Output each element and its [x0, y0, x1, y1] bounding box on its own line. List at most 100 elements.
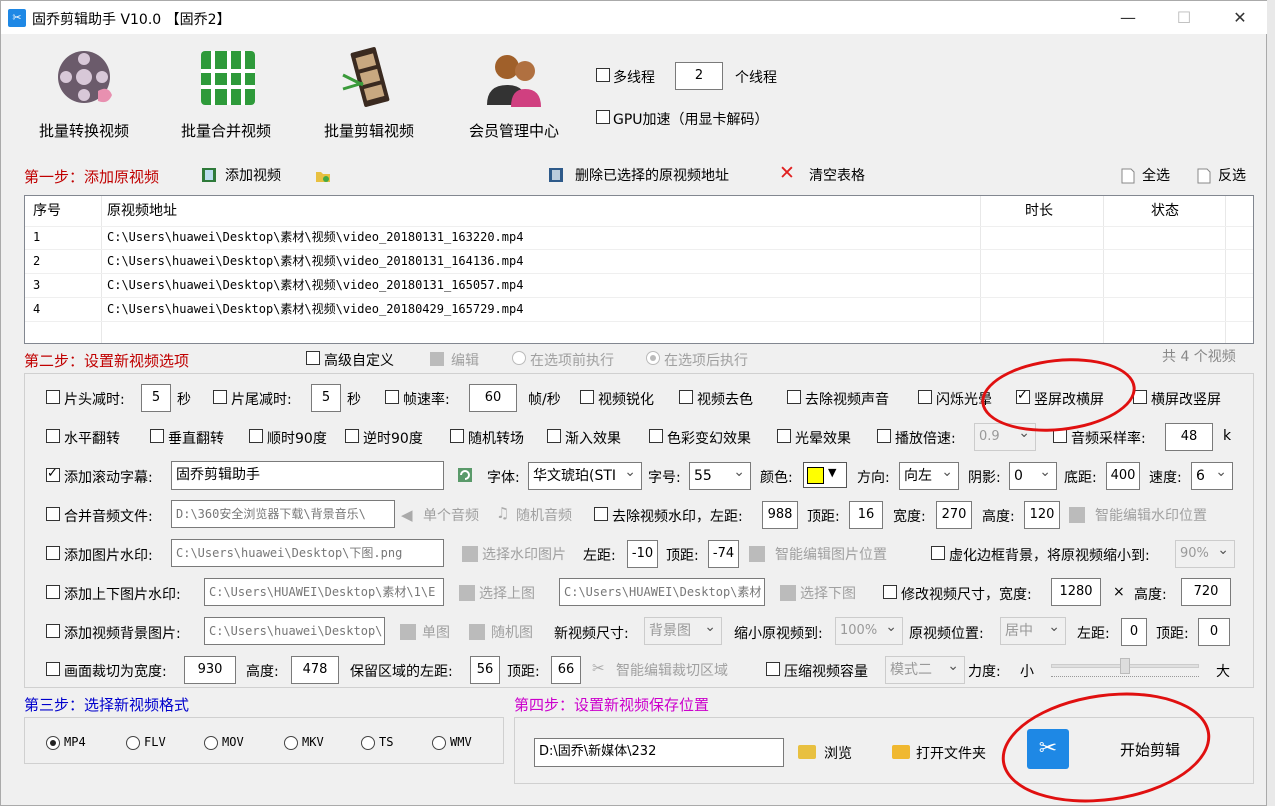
compress-checkbox[interactable]: [766, 662, 780, 676]
font-select[interactable]: 华文琥珀(STI: [528, 459, 642, 490]
image-watermark-path-input[interactable]: C:\Users\huawei\Desktop\下图.png: [171, 539, 444, 567]
smart-crop-button[interactable]: ✂ 智能编辑裁切区域: [592, 659, 752, 679]
color-picker[interactable]: ▼: [803, 462, 847, 488]
clear-table-button[interactable]: ✕ 清空表格: [779, 162, 879, 187]
vflip-checkbox[interactable]: [150, 429, 164, 443]
remove-watermark-checkbox[interactable]: [594, 507, 608, 521]
cw90-checkbox[interactable]: [249, 429, 263, 443]
resize-checkbox[interactable]: [883, 585, 897, 599]
choose-top-image-button[interactable]: 选择上图: [459, 584, 549, 602]
table-row[interactable]: 4 C:\Users\huawei\Desktop\素材\视频\video_20…: [25, 297, 1253, 321]
image-top-input[interactable]: -74: [708, 540, 739, 568]
new-size-select[interactable]: 背景图: [644, 614, 722, 645]
batch-edit-button[interactable]: 批量剪辑视频: [321, 45, 421, 140]
gpu-checkbox[interactable]: [596, 110, 610, 124]
invert-select-button[interactable]: 反选: [1196, 165, 1256, 187]
background-top-input[interactable]: 0: [1198, 618, 1230, 646]
size-select[interactable]: 55: [689, 459, 751, 490]
speed-checkbox[interactable]: [877, 429, 891, 443]
blur-scale-select[interactable]: 90%: [1175, 537, 1235, 568]
save-path-input[interactable]: D:\固乔\新媒体\232: [534, 738, 784, 767]
video-table[interactable]: 序号 原视频地址 时长 状态 1 C:\Users\huawei\Desktop…: [24, 195, 1254, 344]
open-folder-button[interactable]: 打开文件夹: [892, 743, 1002, 763]
before-radio[interactable]: [512, 351, 526, 365]
table-row[interactable]: 2 C:\Users\huawei\Desktop\素材\视频\video_20…: [25, 249, 1253, 273]
header-path[interactable]: 原视频地址: [107, 196, 177, 226]
resize-width-input[interactable]: 1280: [1051, 578, 1101, 606]
halo-checkbox[interactable]: [777, 429, 791, 443]
fps-checkbox[interactable]: [385, 390, 399, 404]
slider-thumb[interactable]: [1120, 658, 1130, 674]
table-row[interactable]: 3 C:\Users\huawei\Desktop\素材\视频\video_20…: [25, 273, 1253, 297]
batch-convert-button[interactable]: 批量转换视频: [37, 45, 137, 140]
format-radio-flv[interactable]: [126, 736, 140, 750]
edit-button[interactable]: 编辑: [429, 350, 489, 370]
browse-button[interactable]: 浏览: [798, 743, 868, 763]
crop-checkbox[interactable]: [46, 662, 60, 676]
single-audio-button[interactable]: ◀ 单个音频: [401, 506, 491, 524]
background-image-checkbox[interactable]: [46, 624, 60, 638]
table-row[interactable]: 1 C:\Users\huawei\Desktop\素材\视频\video_20…: [25, 225, 1253, 249]
format-radio-mkv[interactable]: [284, 736, 298, 750]
tail-cut-checkbox[interactable]: [213, 390, 227, 404]
maximize-button[interactable]: ☐: [1156, 1, 1212, 34]
refresh-icon[interactable]: [457, 467, 473, 483]
random-audio-button[interactable]: ♫ 随机音频: [496, 504, 586, 524]
random-transition-checkbox[interactable]: [450, 429, 464, 443]
color-shift-checkbox[interactable]: [649, 429, 663, 443]
keep-left-input[interactable]: 56: [470, 656, 500, 684]
audio-path-input[interactable]: D:\360安全浏览器下载\背景音乐\: [171, 500, 395, 528]
image-left-input[interactable]: -10: [627, 540, 658, 568]
delete-selected-button[interactable]: 删除已选择的原视频地址: [548, 165, 748, 187]
header-status[interactable]: 状态: [1151, 196, 1179, 226]
choose-bottom-image-button[interactable]: 选择下图: [780, 584, 870, 602]
fadein-checkbox[interactable]: [547, 429, 561, 443]
ccw90-checkbox[interactable]: [345, 429, 359, 443]
bottom-image-path-input[interactable]: C:\Users\HUAWEI\Desktop\素材: [559, 578, 765, 606]
advanced-checkbox[interactable]: [306, 351, 320, 365]
head-cut-input[interactable]: 5: [141, 384, 171, 412]
compress-strength-slider[interactable]: [1051, 657, 1199, 681]
direction-select[interactable]: 向左: [899, 459, 959, 490]
header-duration[interactable]: 时长: [1025, 196, 1053, 226]
select-all-button[interactable]: 全选: [1120, 165, 1180, 187]
bottom-input[interactable]: 400: [1106, 462, 1140, 490]
crop-height-input[interactable]: 478: [291, 656, 339, 684]
batch-merge-button[interactable]: 批量合并视频: [177, 45, 277, 140]
header-num[interactable]: 序号: [33, 196, 61, 226]
minimize-button[interactable]: —: [1100, 1, 1156, 34]
wm-left-input[interactable]: 988: [762, 501, 798, 529]
sharpen-checkbox[interactable]: [580, 390, 594, 404]
head-cut-checkbox[interactable]: [46, 390, 60, 404]
smart-watermark-button[interactable]: 智能编辑水印位置: [1069, 506, 1229, 524]
merge-audio-checkbox[interactable]: [46, 507, 60, 521]
updown-watermark-checkbox[interactable]: [46, 585, 60, 599]
wm-top-input[interactable]: 16: [849, 501, 883, 529]
keep-top-input[interactable]: 66: [551, 656, 581, 684]
crop-width-input[interactable]: 930: [184, 656, 236, 684]
original-position-select[interactable]: 居中: [1000, 614, 1066, 645]
add-video-button[interactable]: 添加视频: [201, 165, 311, 187]
format-radio-wmv[interactable]: [432, 736, 446, 750]
folder-add-icon[interactable]: [315, 168, 331, 184]
format-radio-mp4[interactable]: [46, 736, 60, 750]
threads-input[interactable]: 2: [675, 62, 723, 90]
subtitle-input[interactable]: 固乔剪辑助手: [171, 461, 444, 490]
format-radio-mov[interactable]: [204, 736, 218, 750]
single-image-button[interactable]: 单图: [400, 623, 460, 641]
format-radio-ts[interactable]: [361, 736, 375, 750]
image-watermark-checkbox[interactable]: [46, 546, 60, 560]
sample-rate-input[interactable]: 48: [1165, 423, 1213, 451]
fps-input[interactable]: 60: [469, 384, 517, 412]
compress-mode-select[interactable]: 模式二: [885, 653, 965, 684]
wm-width-input[interactable]: 270: [936, 501, 972, 529]
multithread-checkbox[interactable]: [596, 68, 610, 82]
tail-cut-input[interactable]: 5: [311, 384, 341, 412]
mute-checkbox[interactable]: [787, 390, 801, 404]
smart-image-position-button[interactable]: 智能编辑图片位置: [749, 545, 909, 563]
scroll-speed-select[interactable]: 6: [1191, 459, 1233, 490]
blur-background-checkbox[interactable]: [931, 546, 945, 560]
subtitle-checkbox[interactable]: [46, 466, 60, 482]
top-image-path-input[interactable]: C:\Users\HUAWEI\Desktop\素材\1\E: [204, 578, 444, 606]
wm-height-input[interactable]: 120: [1024, 501, 1060, 529]
